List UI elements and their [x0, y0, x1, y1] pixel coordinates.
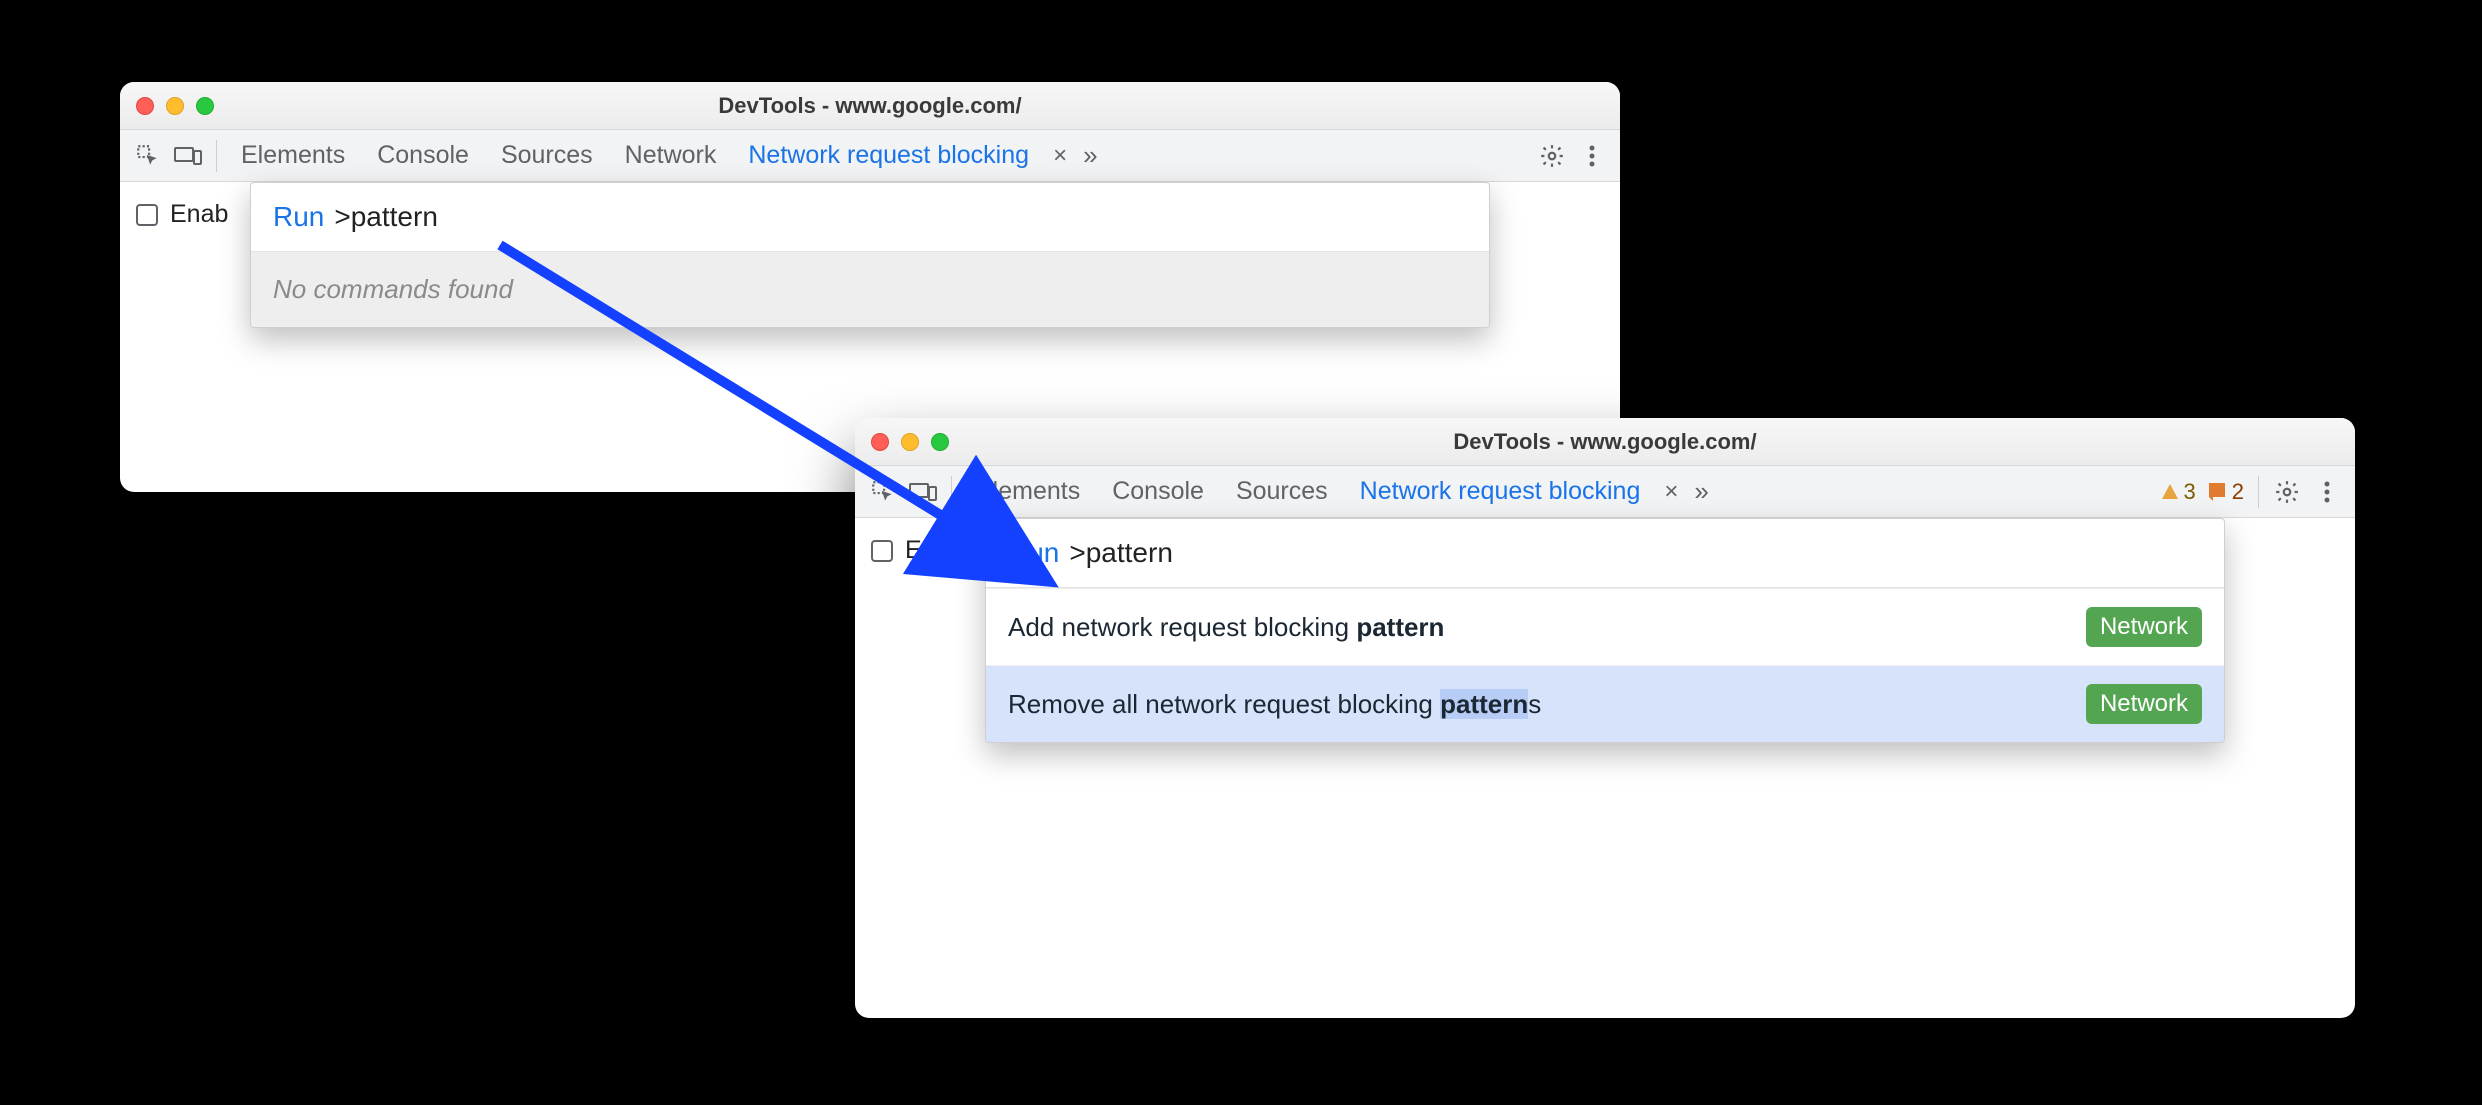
- tab-elements[interactable]: Elements: [962, 469, 1094, 514]
- issues-badge[interactable]: 2: [2204, 479, 2248, 505]
- device-toggle-icon[interactable]: [170, 138, 206, 174]
- command-menu: Run >pattern No commands found: [250, 182, 1490, 328]
- enable-blocking-label: Enab: [170, 200, 228, 229]
- command-category-chip: Network: [2086, 607, 2202, 647]
- command-query: >pattern: [334, 201, 438, 233]
- titlebar[interactable]: DevTools - www.google.com/: [855, 418, 2355, 466]
- command-menu-input[interactable]: Run >pattern: [986, 519, 2224, 588]
- enable-blocking-label: Enab: [905, 536, 963, 565]
- checkbox-icon[interactable]: [871, 540, 893, 562]
- command-menu-input[interactable]: Run >pattern: [251, 183, 1489, 252]
- command-result-remove-patterns[interactable]: Remove all network request blocking patt…: [986, 665, 2224, 742]
- tab-console[interactable]: Console: [1098, 469, 1218, 514]
- more-tabs-icon[interactable]: »: [1077, 140, 1097, 171]
- command-prefix: Run: [273, 201, 324, 233]
- command-category-chip: Network: [2086, 684, 2202, 724]
- maximize-window-icon[interactable]: [196, 97, 214, 115]
- toolbar-divider: [951, 476, 952, 508]
- titlebar[interactable]: DevTools - www.google.com/: [120, 82, 1620, 130]
- toolbar-divider: [2258, 476, 2259, 508]
- warnings-badge[interactable]: 3: [2156, 479, 2200, 505]
- inspect-element-icon[interactable]: [130, 138, 166, 174]
- inspect-element-icon[interactable]: [865, 474, 901, 510]
- window-title: DevTools - www.google.com/: [120, 93, 1620, 119]
- devtools-window-after: DevTools - www.google.com/ Elements Cons…: [855, 418, 2355, 1018]
- traffic-lights: [855, 433, 949, 451]
- minimize-window-icon[interactable]: [166, 97, 184, 115]
- tab-network-request-blocking[interactable]: Network request blocking: [734, 133, 1043, 178]
- tab-sources[interactable]: Sources: [487, 133, 607, 178]
- kebab-menu-icon[interactable]: [1574, 138, 1610, 174]
- devtools-toolbar: Elements Console Sources Network request…: [855, 466, 2355, 518]
- minimize-window-icon[interactable]: [901, 433, 919, 451]
- command-prefix: Run: [1008, 537, 1059, 569]
- command-menu: Run >pattern Add network request blockin…: [985, 518, 2225, 743]
- tab-elements[interactable]: Elements: [227, 133, 359, 178]
- maximize-window-icon[interactable]: [931, 433, 949, 451]
- warnings-count: 3: [2184, 479, 2196, 505]
- tab-sources[interactable]: Sources: [1222, 469, 1342, 514]
- traffic-lights: [120, 97, 214, 115]
- close-window-icon[interactable]: [871, 433, 889, 451]
- close-tab-icon[interactable]: ×: [1658, 478, 1684, 506]
- checkbox-icon[interactable]: [136, 204, 158, 226]
- command-result-label: Remove all network request blocking patt…: [1008, 689, 1541, 720]
- tab-network-request-blocking[interactable]: Network request blocking: [1346, 469, 1655, 514]
- command-query: >pattern: [1069, 537, 1173, 569]
- window-title: DevTools - www.google.com/: [855, 429, 2355, 455]
- issues-count: 2: [2232, 479, 2244, 505]
- more-tabs-icon[interactable]: »: [1688, 476, 1708, 507]
- tab-console[interactable]: Console: [363, 133, 483, 178]
- kebab-menu-icon[interactable]: [2309, 474, 2345, 510]
- device-toggle-icon[interactable]: [905, 474, 941, 510]
- gear-icon[interactable]: [2269, 474, 2305, 510]
- command-result-label: Add network request blocking pattern: [1008, 612, 1444, 643]
- close-window-icon[interactable]: [136, 97, 154, 115]
- warning-icon: [2160, 482, 2180, 502]
- devtools-toolbar: Elements Console Sources Network Network…: [120, 130, 1620, 182]
- issue-icon: [2208, 482, 2228, 502]
- gear-icon[interactable]: [1534, 138, 1570, 174]
- tab-network[interactable]: Network: [611, 133, 731, 178]
- command-result-add-pattern[interactable]: Add network request blocking pattern Net…: [986, 588, 2224, 665]
- close-tab-icon[interactable]: ×: [1047, 142, 1073, 170]
- command-menu-empty: No commands found: [251, 252, 1489, 327]
- toolbar-divider: [216, 140, 217, 172]
